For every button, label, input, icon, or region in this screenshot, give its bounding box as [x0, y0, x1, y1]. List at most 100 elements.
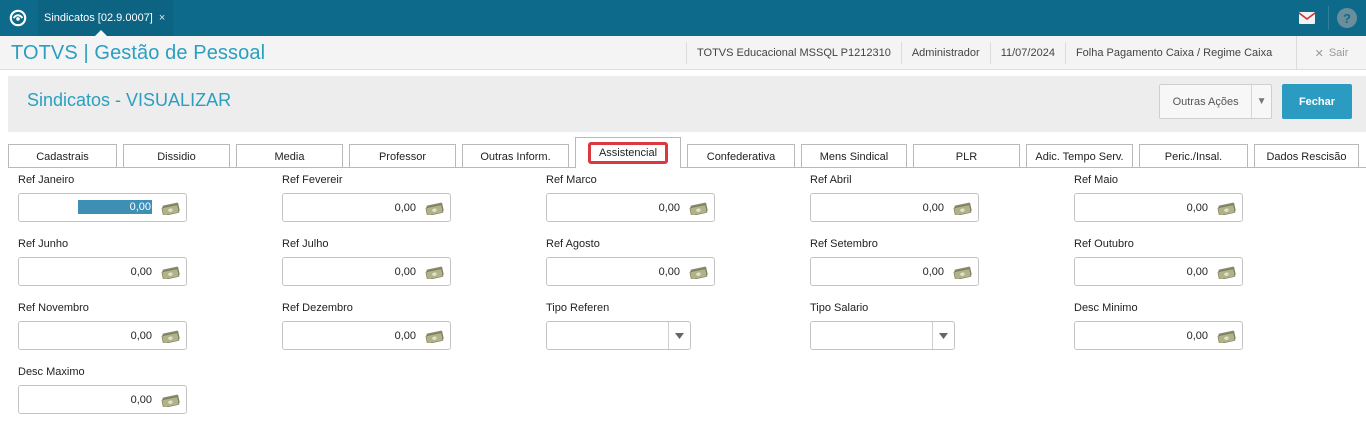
field-value: 0,00 — [394, 330, 416, 342]
assistencial-form: Ref Janeiro 0,00 Ref Fevereir 0,00 Ref M… — [0, 168, 1366, 421]
tab-mens-sindical[interactable]: Mens Sindical — [801, 144, 907, 168]
desc-minimo-input[interactable]: 0,00 — [1074, 321, 1243, 350]
ref-maio-input[interactable]: 0,00 — [1074, 193, 1243, 222]
money-icon[interactable] — [161, 201, 181, 215]
field-tipo-salario: Tipo Salario — [810, 302, 990, 350]
field-ref-outubro: Ref Outubro 0,00 — [1074, 238, 1254, 286]
field-value: 0,00 — [130, 394, 152, 406]
field-label: Ref Novembro — [18, 302, 89, 314]
field-ref-marco: Ref Marco 0,00 — [546, 174, 726, 222]
tab-dados-rescisao[interactable]: Dados Rescisão — [1254, 144, 1359, 168]
field-ref-agosto: Ref Agosto 0,00 — [546, 238, 726, 286]
close-tab-icon[interactable]: × — [159, 12, 165, 24]
close-button[interactable]: Fechar — [1282, 84, 1352, 119]
date-label: 11/07/2024 — [989, 42, 1065, 64]
chevron-down-icon[interactable] — [932, 322, 954, 349]
money-icon[interactable] — [953, 201, 973, 215]
tab-bar: Cadastrais Dissidio Media Professor Outr… — [0, 137, 1366, 168]
field-label: Desc Minimo — [1074, 302, 1138, 314]
ref-junho-input[interactable]: 0,00 — [18, 257, 187, 286]
field-value: 0,00 — [1186, 202, 1208, 214]
field-ref-julho: Ref Julho 0,00 — [282, 238, 462, 286]
money-icon[interactable] — [1217, 265, 1237, 279]
page-title: Sindicatos - VISUALIZAR — [27, 90, 232, 110]
money-icon[interactable] — [161, 329, 181, 343]
field-ref-setembro: Ref Setembro 0,00 — [810, 238, 990, 286]
field-ref-novembro: Ref Novembro 0,00 — [18, 302, 198, 350]
field-ref-abril: Ref Abril 0,00 — [810, 174, 990, 222]
field-ref-maio: Ref Maio 0,00 — [1074, 174, 1254, 222]
field-label: Ref Marco — [546, 174, 597, 186]
tab-professor[interactable]: Professor — [349, 144, 456, 168]
tab-plr[interactable]: PLR — [913, 144, 1020, 168]
ref-abril-input[interactable]: 0,00 — [810, 193, 979, 222]
field-label: Tipo Referen — [546, 302, 610, 314]
ref-marco-input[interactable]: 0,00 — [546, 193, 715, 222]
exit-button[interactable]: ✕ Sair — [1296, 36, 1366, 70]
ref-fevereiro-input[interactable]: 0,00 — [282, 193, 451, 222]
tab-assistencial[interactable]: Assistencial — [575, 137, 681, 168]
field-value: 0,00 — [1186, 266, 1208, 278]
money-icon[interactable] — [689, 201, 709, 215]
field-value: 0,00 — [658, 202, 680, 214]
money-icon[interactable] — [953, 265, 973, 279]
field-label: Ref Setembro — [810, 238, 878, 250]
tab-adic-tempo-serv[interactable]: Adic. Tempo Serv. — [1026, 144, 1133, 168]
open-tab-label: Sindicatos [02.9.0007] — [44, 12, 153, 24]
field-ref-dezembro: Ref Dezembro 0,00 — [282, 302, 462, 350]
money-icon[interactable] — [161, 393, 181, 407]
field-value: 0,00 — [394, 202, 416, 214]
ref-novembro-input[interactable]: 0,00 — [18, 321, 187, 350]
environment-label: TOTVS Educacional MSSQL P1212310 — [686, 42, 901, 64]
field-value: 0,00 — [658, 266, 680, 278]
chevron-down-icon[interactable] — [668, 322, 690, 349]
tab-dissidio[interactable]: Dissidio — [123, 144, 230, 168]
exit-label: Sair — [1328, 47, 1349, 59]
field-tipo-referen: Tipo Referen — [546, 302, 726, 350]
ref-setembro-input[interactable]: 0,00 — [810, 257, 979, 286]
close-icon: ✕ — [1314, 47, 1324, 60]
field-value: 0,00 — [77, 200, 152, 214]
app-title: TOTVS | Gestão de Pessoal — [11, 42, 266, 64]
tab-peric-insal[interactable]: Peric./Insal. — [1139, 144, 1248, 168]
field-ref-janeiro: Ref Janeiro 0,00 — [18, 174, 198, 222]
tab-confederativa[interactable]: Confederativa — [687, 144, 795, 168]
help-icon[interactable]: ? — [1337, 8, 1357, 28]
field-label: Ref Janeiro — [18, 174, 75, 186]
chevron-down-icon: ▼ — [1251, 85, 1271, 118]
top-bar: Sindicatos [02.9.0007] × ? — [0, 0, 1366, 36]
field-value: 0,00 — [130, 266, 152, 278]
field-label: Ref Agosto — [546, 238, 600, 250]
page-header: Sindicatos - VISUALIZAR Outras Ações ▼ F… — [8, 76, 1366, 132]
field-desc-minimo: Desc Minimo 0,00 — [1074, 302, 1254, 350]
field-label: Ref Abril — [810, 174, 852, 186]
ref-outubro-input[interactable]: 0,00 — [1074, 257, 1243, 286]
desc-maximo-input[interactable]: 0,00 — [18, 385, 187, 414]
money-icon[interactable] — [1217, 201, 1237, 215]
other-actions-dropdown[interactable]: Outras Ações ▼ — [1159, 84, 1272, 119]
open-tab-sindicatos[interactable]: Sindicatos [02.9.0007] × — [38, 0, 174, 36]
mail-icon[interactable] — [1298, 9, 1316, 27]
field-label: Ref Fevereir — [282, 174, 343, 186]
money-icon[interactable] — [161, 265, 181, 279]
ref-agosto-input[interactable]: 0,00 — [546, 257, 715, 286]
tipo-salario-select[interactable] — [810, 321, 955, 350]
field-label: Ref Dezembro — [282, 302, 353, 314]
field-desc-maximo: Desc Maximo 0,00 — [18, 366, 198, 414]
tab-media[interactable]: Media — [236, 144, 343, 168]
money-icon[interactable] — [689, 265, 709, 279]
totvs-logo-icon[interactable] — [0, 0, 36, 36]
tipo-referen-select[interactable] — [546, 321, 691, 350]
ref-julho-input[interactable]: 0,00 — [282, 257, 451, 286]
money-icon[interactable] — [1217, 329, 1237, 343]
tab-outras-inform[interactable]: Outras Inform. — [462, 144, 569, 168]
money-icon[interactable] — [425, 265, 445, 279]
ref-dezembro-input[interactable]: 0,00 — [282, 321, 451, 350]
tab-cadastrais[interactable]: Cadastrais — [8, 144, 117, 168]
money-icon[interactable] — [425, 201, 445, 215]
field-value: 0,00 — [922, 202, 944, 214]
user-label: Administrador — [900, 42, 990, 64]
other-actions-label: Outras Ações — [1172, 95, 1239, 108]
ref-janeiro-input[interactable]: 0,00 — [18, 193, 187, 222]
money-icon[interactable] — [425, 329, 445, 343]
